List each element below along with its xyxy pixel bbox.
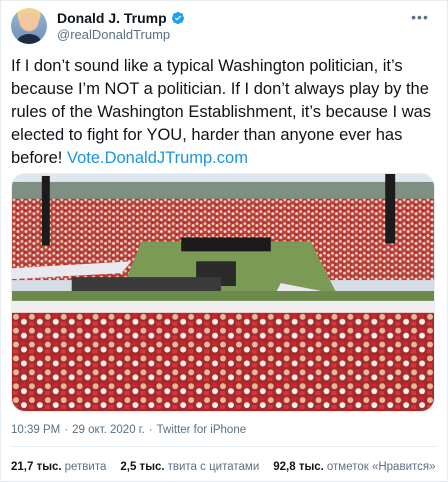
tweet-text: If I don’t sound like a typical Washingt… — [11, 55, 437, 170]
tweet-header: Donald J. Trump @realDonaldTrump ••• — [11, 8, 431, 44]
tweet-time[interactable]: 10:39 PM — [11, 423, 60, 437]
likes-count: 92,8 тыс. — [273, 461, 324, 473]
tweet-link[interactable]: Vote.DonaldJTrump.com — [67, 149, 248, 167]
quote-tweets-stat[interactable]: 2,5 тыс. твита с цитатами — [120, 460, 259, 474]
retweets-stat[interactable]: 21,7 тыс. ретвита — [11, 460, 106, 474]
tweet-card: Donald J. Trump @realDonaldTrump ••• If … — [0, 0, 448, 482]
author-names: Donald J. Trump @realDonaldTrump — [57, 10, 185, 43]
more-options-icon[interactable]: ••• — [409, 10, 431, 26]
author-name-row: Donald J. Trump — [57, 10, 185, 27]
quote-tweets-label: твита с цитатами — [167, 461, 260, 473]
verified-badge-icon — [171, 11, 184, 25]
tweet-meta: 10:39 PM · 29 окт. 2020 г. · Twitter for… — [11, 423, 246, 437]
tweet-source[interactable]: Twitter for iPhone — [157, 423, 246, 437]
likes-stat[interactable]: 92,8 тыс. отметок «Нравится» — [273, 460, 435, 474]
author-display-name[interactable]: Donald J. Trump — [57, 10, 167, 27]
author-handle[interactable]: @realDonaldTrump — [57, 27, 185, 43]
meta-separator: · — [64, 424, 69, 436]
divider — [11, 446, 437, 447]
quote-tweets-count: 2,5 тыс. — [120, 461, 165, 473]
tweet-stats: 21,7 тыс. ретвита 2,5 тыс. твита с цитат… — [11, 460, 436, 474]
retweets-count: 21,7 тыс. — [11, 461, 62, 473]
tweet-date[interactable]: 29 окт. 2020 г. — [72, 423, 145, 437]
rally-crowd-photo — [12, 174, 434, 411]
avatar[interactable] — [11, 8, 47, 44]
tweet-media[interactable] — [11, 173, 435, 412]
likes-label: отметок «Нравится» — [326, 461, 436, 473]
retweets-label: ретвита — [64, 461, 107, 473]
meta-separator: · — [148, 424, 153, 436]
